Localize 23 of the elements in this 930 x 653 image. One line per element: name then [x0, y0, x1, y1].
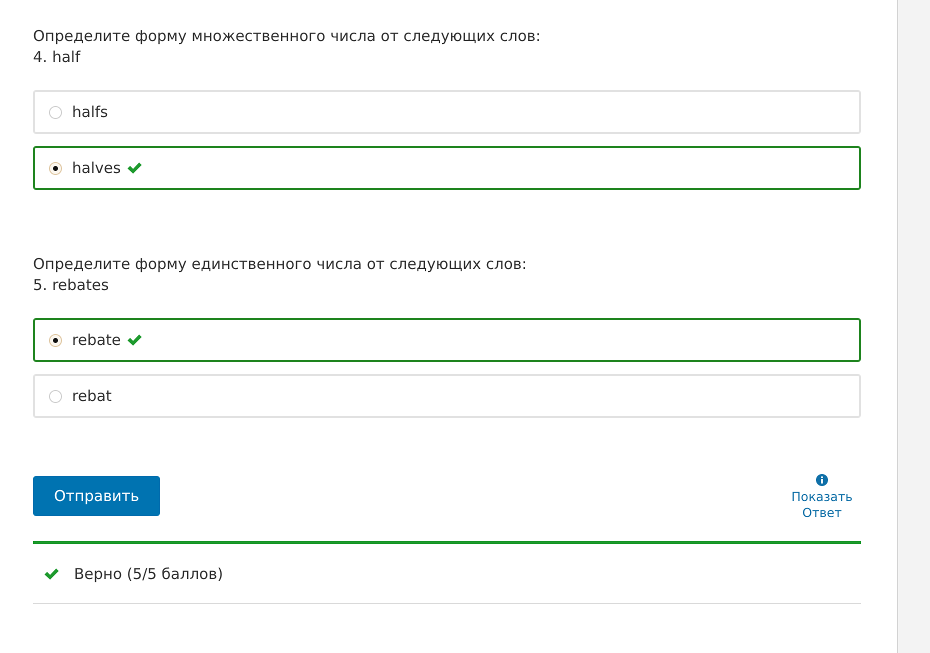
- radio-button[interactable]: [49, 334, 62, 346]
- check-icon: [43, 566, 60, 580]
- option-label: halves: [72, 159, 121, 177]
- radio-button[interactable]: [49, 390, 62, 402]
- option-label: rebat: [72, 387, 112, 405]
- show-answer-button[interactable]: Показать Ответ: [781, 474, 863, 521]
- option-label: halfs: [72, 103, 108, 121]
- option-label: rebate: [72, 331, 121, 349]
- answer-option[interactable]: rebate: [33, 318, 861, 362]
- answer-option[interactable]: halfs: [33, 90, 861, 134]
- radio-button[interactable]: [49, 106, 62, 118]
- submit-button[interactable]: Отправить: [33, 476, 160, 516]
- check-icon: [126, 333, 143, 347]
- question-word: 4. half: [33, 47, 82, 68]
- answer-option[interactable]: halves: [33, 146, 861, 190]
- info-icon: [816, 474, 828, 486]
- check-icon: [126, 161, 143, 175]
- question-word: 5. rebates: [33, 275, 110, 296]
- question-prompt: Определите форму единственного числа от следующих слов:: [33, 254, 528, 275]
- answer-option[interactable]: rebat: [33, 374, 861, 418]
- radio-button[interactable]: [49, 162, 62, 174]
- question-prompt: Определите форму множественного числа от следующих слов:: [33, 26, 542, 47]
- feedback-text: Верно (5/5 баллов): [74, 564, 224, 582]
